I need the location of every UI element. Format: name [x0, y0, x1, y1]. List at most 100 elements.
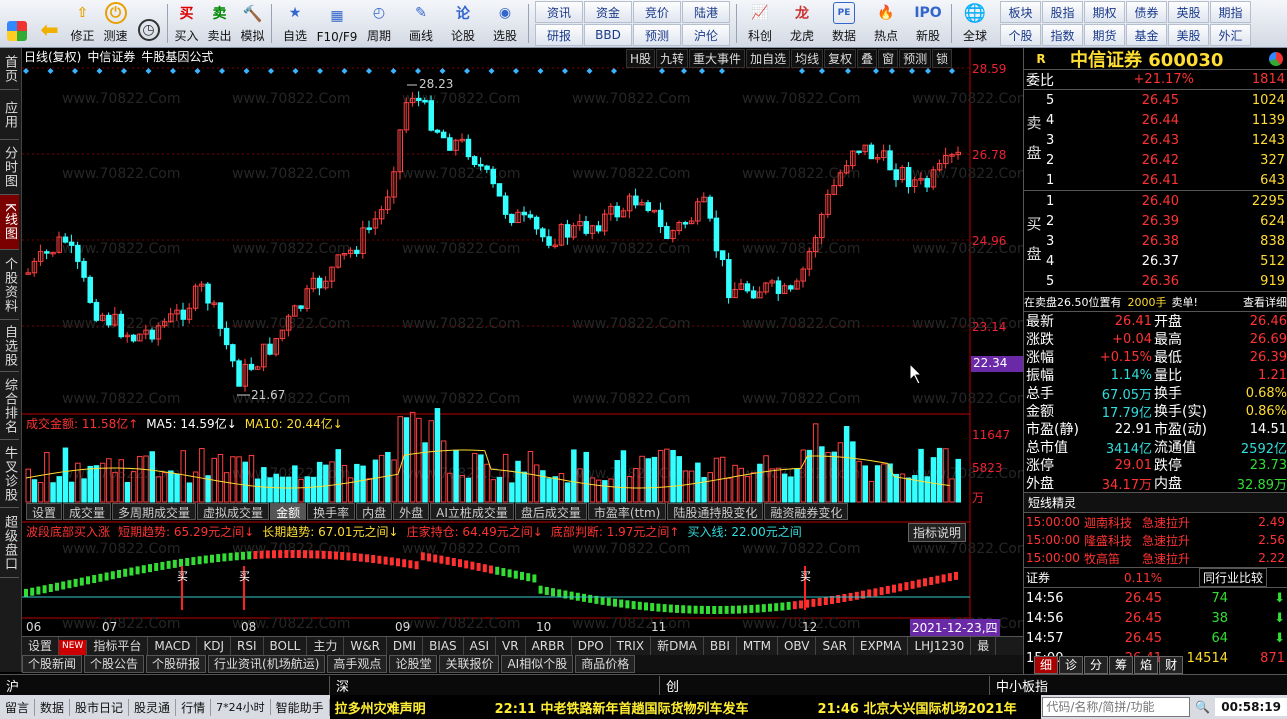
- nav-timeshare[interactable]: 分时图: [0, 140, 19, 195]
- windows-button[interactable]: [0, 0, 33, 47]
- btn-major-events[interactable]: 重大事件: [689, 49, 746, 68]
- discuss-button[interactable]: 论论股: [442, 0, 484, 47]
- mkt-cy[interactable]: 创: [660, 675, 990, 695]
- quote-tab-5[interactable]: 财: [1159, 656, 1184, 674]
- sell-button[interactable]: 卖卖出: [203, 0, 236, 47]
- news-tab-0[interactable]: 个股新闻: [22, 655, 83, 673]
- nav-profile[interactable]: 个股资料: [0, 250, 19, 320]
- btn-overlay[interactable]: 叠: [857, 49, 878, 68]
- btn-forecast[interactable]: 预测: [899, 49, 932, 68]
- status-msg[interactable]: 留言: [0, 698, 36, 716]
- spirit-row[interactable]: 15:00:00 牧高笛 急速拉升 2.22: [1024, 549, 1287, 567]
- draw-line-button[interactable]: ✎ 画线: [400, 0, 442, 47]
- status-diary[interactable]: 股市日记: [70, 698, 130, 716]
- vol-tab-9[interactable]: 盘后成交量: [514, 503, 587, 520]
- vol-tab-12[interactable]: 融资融券变化: [764, 503, 849, 520]
- big-order-notice[interactable]: 在卖盘26.50位置有 2000手 卖单! 查看详细: [1024, 292, 1287, 312]
- nav-kline[interactable]: K线图: [0, 195, 19, 250]
- watchlist-button[interactable]: ★ 自选: [274, 0, 316, 47]
- grid-forex[interactable]: 外汇: [1210, 24, 1251, 46]
- nav-diagnose[interactable]: 牛叉诊股: [0, 440, 19, 508]
- grid-options[interactable]: 期权: [1084, 1, 1125, 23]
- search-icon[interactable]: 🔍: [1190, 700, 1215, 714]
- order-row[interactable]: 3 26.38 838: [1024, 231, 1287, 251]
- mkt-sz[interactable]: 深: [330, 675, 660, 695]
- btn-add-watch[interactable]: 加自选: [746, 49, 791, 68]
- btn-lock[interactable]: 锁: [932, 49, 953, 68]
- news-tab-6[interactable]: 关联报价: [439, 655, 500, 673]
- vol-tab-10[interactable]: 市盈率(ttm): [587, 503, 667, 520]
- vol-tab-5[interactable]: 换手率: [307, 503, 356, 520]
- grid-index[interactable]: 指数: [1042, 24, 1083, 46]
- clock-button[interactable]: ◷: [132, 0, 165, 47]
- spirit-row[interactable]: 15:00:00 隆盛科技 急速拉升 2.56: [1024, 531, 1287, 549]
- dragon-tiger-button[interactable]: 龙龙虎: [781, 0, 823, 47]
- vol-tab-8[interactable]: AI立桩成交量: [430, 503, 514, 520]
- grid-us-stocks[interactable]: 美股: [1168, 24, 1209, 46]
- grid-bbd[interactable]: BBD: [584, 24, 632, 46]
- indicator-tab-8[interactable]: W&R: [344, 637, 387, 655]
- indicator-tab-19[interactable]: OBV: [778, 637, 817, 655]
- grid-index-futures[interactable]: 期指: [1210, 1, 1251, 23]
- indicator-tab-5[interactable]: RSI: [231, 637, 264, 655]
- news-tab-1[interactable]: 个股公告: [84, 655, 145, 673]
- indicator-tab-12[interactable]: VR: [496, 637, 526, 655]
- indicator-tab-17[interactable]: BBI: [704, 637, 737, 655]
- btn-ma[interactable]: 均线: [791, 49, 824, 68]
- search-input[interactable]: [1042, 697, 1191, 717]
- global-button[interactable]: 🌐 全球: [954, 0, 996, 47]
- spirit-row[interactable]: 15:00:00 迦南科技 急速拉升 2.49: [1024, 513, 1287, 531]
- ipo-button[interactable]: IPO 新股: [907, 0, 949, 47]
- btn-hshare[interactable]: H股: [626, 49, 656, 68]
- news-tab-7[interactable]: AI相似个股: [501, 655, 574, 673]
- indicator-tab-22[interactable]: LHJ1230: [908, 637, 972, 655]
- back-button[interactable]: ⬅: [33, 0, 66, 47]
- quote-tab-2[interactable]: 分: [1084, 656, 1109, 674]
- vol-tab-7[interactable]: 外盘: [393, 503, 430, 520]
- vol-tab-6[interactable]: 内盘: [356, 503, 393, 520]
- news-tab-2[interactable]: 个股研报: [146, 655, 207, 673]
- btn-window[interactable]: 窗: [878, 49, 899, 68]
- order-row[interactable]: 1 26.41 643: [1024, 170, 1287, 190]
- news-ticker[interactable]: 拉多州灾难声明 22:11 中老铁路新年首趟国际货物列车发车 21:46 北京大…: [329, 695, 1042, 719]
- grid-auction[interactable]: 竞价: [633, 1, 681, 23]
- grid-uk-stocks[interactable]: 英股: [1168, 1, 1209, 23]
- status-data[interactable]: 数据: [35, 698, 71, 716]
- indicator-tab-18[interactable]: MTM: [737, 637, 778, 655]
- nav-level2[interactable]: 超级盘口: [0, 508, 19, 578]
- star-market-button[interactable]: 📈 科创: [739, 0, 781, 47]
- vol-tab-0[interactable]: 设置: [26, 503, 63, 520]
- indicator-tab-23[interactable]: 最: [971, 637, 997, 655]
- quote-tab-1[interactable]: 诊: [1059, 656, 1084, 674]
- quote-tab-0[interactable]: 细: [1034, 656, 1059, 674]
- order-row[interactable]: 2 26.42 327: [1024, 150, 1287, 170]
- status-ltt[interactable]: 股灵通: [129, 698, 177, 716]
- grid-forecast[interactable]: 预测: [633, 24, 681, 46]
- order-row[interactable]: 1 26.40 2295: [1024, 191, 1287, 211]
- mkt-zx[interactable]: 中小板指: [990, 676, 1048, 695]
- indicator-tab-10[interactable]: BIAS: [423, 637, 464, 655]
- btn-adjust[interactable]: 复权: [824, 49, 857, 68]
- indicator-tab-0[interactable]: 设置: [22, 637, 60, 655]
- grid-news[interactable]: 资讯: [535, 1, 583, 23]
- notice-more-link[interactable]: 查看详细: [1243, 294, 1287, 310]
- news-tab-8[interactable]: 商品价格: [575, 655, 636, 673]
- status-quote[interactable]: 行情: [176, 698, 212, 716]
- grid-funds[interactable]: 基金: [1126, 24, 1167, 46]
- indicator-tab-16[interactable]: 新DMA: [651, 637, 704, 655]
- vol-tab-2[interactable]: 多周期成交量: [112, 503, 197, 520]
- f10-button[interactable]: ▦ F10/F9: [316, 0, 358, 47]
- grid-capital[interactable]: 资金: [584, 1, 632, 23]
- indicator-tab-14[interactable]: DPO: [572, 637, 611, 655]
- indicator-tab-15[interactable]: TRIX: [611, 637, 652, 655]
- nav-apps[interactable]: 应用: [0, 90, 19, 140]
- vol-tab-1[interactable]: 成交量: [63, 503, 112, 520]
- indicator-tab-13[interactable]: ARBR: [526, 637, 572, 655]
- nav-watchlist[interactable]: 自选股: [0, 320, 19, 372]
- status-247[interactable]: 7*24小时: [211, 699, 271, 715]
- grid-sector[interactable]: 板块: [1000, 1, 1041, 23]
- grid-index-futures-top[interactable]: 股指: [1042, 1, 1083, 23]
- quote-tab-4[interactable]: 焰: [1134, 656, 1159, 674]
- nav-ranking[interactable]: 综合排名: [0, 372, 19, 440]
- indicator-tab-7[interactable]: 主力: [307, 637, 345, 655]
